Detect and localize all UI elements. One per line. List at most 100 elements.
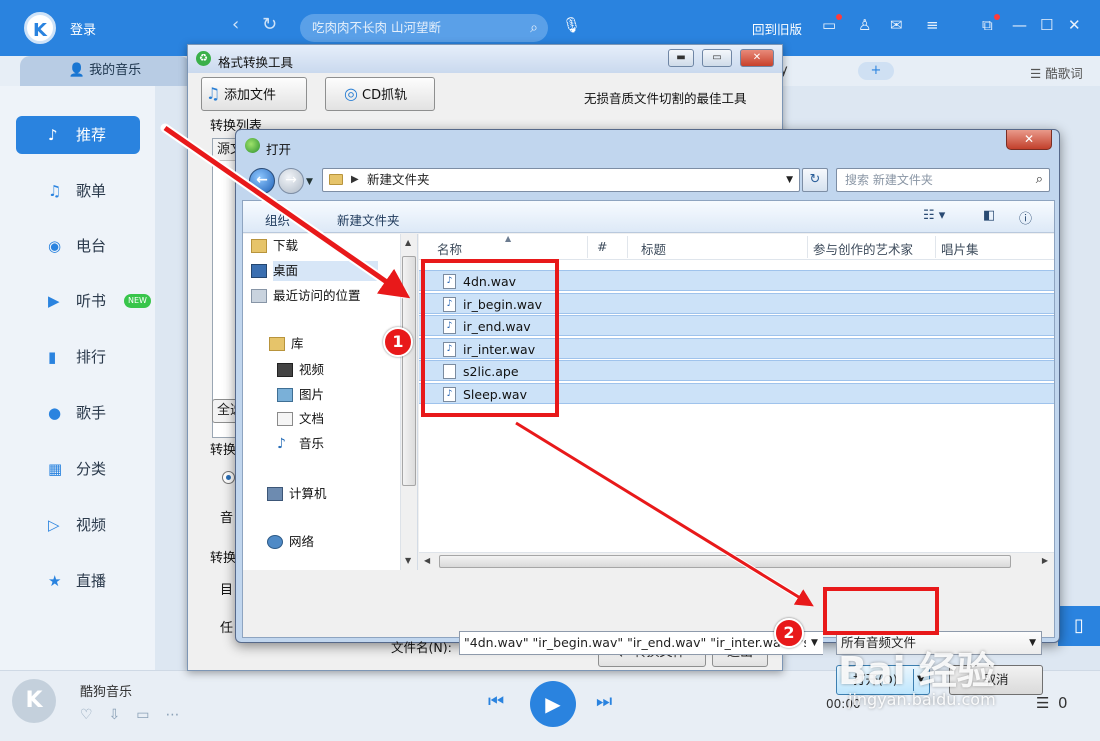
breadcrumb-arrow-icon[interactable]: ▶ [351, 169, 359, 191]
column-title[interactable]: 标题 [641, 239, 666, 258]
maximize-icon[interactable]: ☐ [1040, 16, 1053, 34]
file-list-horizontal-scrollbar[interactable]: ◀ ▶ [419, 552, 1054, 570]
player-action-icons[interactable]: ♡⇩▭⋯ [80, 707, 196, 723]
column-name[interactable]: 名称 [437, 239, 462, 258]
help-icon[interactable]: ⓘ [1019, 208, 1032, 227]
nav-pictures-label: 图片 [299, 387, 325, 402]
nav-music[interactable]: ♪ 音乐 [277, 434, 324, 454]
add-tab-button[interactable]: + [858, 62, 894, 80]
sidebar-item-1[interactable]: ♫ 歌单 [16, 172, 140, 210]
column-artists[interactable]: 参与创作的艺术家 [813, 239, 913, 258]
nav-computer[interactable]: 计算机 [267, 484, 327, 504]
lyrics-icon: ☰ [1030, 66, 1046, 81]
column-separator[interactable] [807, 236, 808, 258]
refresh-icon[interactable]: ↻ [262, 14, 277, 35]
scroll-left-icon[interactable]: ◀ [424, 556, 430, 565]
album-cover[interactable]: K [12, 679, 56, 723]
login-link[interactable]: 登录 [70, 19, 96, 38]
music-library-icon: ♪ [277, 436, 286, 452]
back-button[interactable]: ← [249, 168, 275, 194]
nav-scroll-thumb[interactable] [402, 256, 416, 486]
converter-close-button[interactable]: ✕ [740, 49, 774, 67]
add-file-button[interactable]: ♫ 添加文件 [201, 77, 307, 111]
files-highlight-box [421, 259, 559, 417]
file-list-scroll-thumb[interactable] [439, 555, 1011, 568]
voice-search-icon[interactable]: 🎙 [562, 16, 581, 34]
sidebar-item-label: 推荐 [76, 126, 107, 144]
sidebar-item-3[interactable]: ▶ 听书 NEW [16, 282, 151, 320]
sidebar-item-label: 视频 [76, 516, 107, 534]
search-icon[interactable]: ⌕ [1036, 169, 1043, 191]
kugou-search-input[interactable]: 吃肉肉不长肉 山河望断 ⌕ [300, 14, 548, 42]
menu-icon[interactable]: ≡ [926, 16, 939, 34]
picture-library-icon [277, 388, 293, 402]
previous-icon[interactable]: ⏮ [488, 691, 504, 712]
old-version-link[interactable]: 回到旧版 [752, 19, 802, 38]
address-bar[interactable]: ▶ 新建文件夹 ▼ [322, 168, 800, 192]
converter-minimize-button[interactable]: ▬ [668, 49, 694, 67]
cd-rip-button[interactable]: ◎ CD抓轨 [325, 77, 435, 111]
refresh-button[interactable]: ↻ [802, 168, 828, 192]
address-path[interactable]: 新建文件夹 [367, 169, 430, 191]
history-dropdown-icon[interactable]: ▼ [306, 177, 313, 187]
mini-mode-icon[interactable]: ⧉ [982, 16, 993, 34]
nav-videos[interactable]: 视频 [277, 360, 324, 380]
phone-icon[interactable]: ▯ [1058, 606, 1100, 646]
view-options-icon[interactable]: ☷ ▾ [923, 208, 945, 223]
nav-pictures[interactable]: 图片 [277, 385, 325, 405]
sidebar-item-4[interactable]: ▮ 排行 [16, 338, 140, 376]
conversion-radio[interactable] [222, 471, 235, 484]
lyrics-link[interactable]: ☰ 酷歌词 [1030, 63, 1083, 82]
column-separator[interactable] [935, 236, 936, 258]
library-icon [269, 337, 285, 351]
nav-recent[interactable]: 最近访问的位置 [251, 286, 361, 306]
next-icon[interactable]: ⏭ [596, 691, 612, 712]
sidebar-item-8[interactable]: ★ 直播 [16, 562, 140, 600]
new-folder-button[interactable]: 新建文件夹 [337, 210, 400, 229]
nav-network[interactable]: 网络 [267, 532, 314, 552]
forward-button[interactable]: → [278, 168, 304, 194]
nav-documents[interactable]: 文档 [277, 409, 325, 429]
column-separator[interactable] [627, 236, 628, 258]
nav-vertical-scrollbar[interactable]: ▲ ▼ [400, 234, 417, 570]
column-separator[interactable] [587, 236, 588, 258]
scroll-down-icon[interactable]: ▼ [405, 556, 411, 565]
converter-maximize-button[interactable]: ▭ [702, 49, 732, 67]
close-icon[interactable]: ✕ [1068, 16, 1081, 34]
minimize-icon[interactable]: — [1012, 16, 1027, 34]
nav-libraries[interactable]: 库 [269, 334, 304, 354]
navigation-pane[interactable]: 下载 桌面 最近访问的位置 库 视频 图片 文档 ♪ 音乐 计算机 网络 [243, 234, 418, 570]
sidebar-item-label: 听书 [76, 292, 107, 310]
sidebar-item-6[interactable]: ▦ 分类 [16, 450, 140, 488]
nav-downloads[interactable]: 下载 [251, 236, 298, 256]
sidebar-item-0[interactable]: ♪ 推荐 [16, 116, 140, 154]
organize-button[interactable]: 组织 ▾ [265, 210, 300, 229]
dialog-search-input[interactable]: 搜索 新建文件夹 ⌕ [836, 168, 1050, 192]
skin-icon[interactable]: ♙ [858, 16, 871, 34]
converter-title-bar[interactable]: ♻ 格式转换工具 ▬ ▭ ✕ [188, 45, 782, 73]
back-arrow-icon[interactable]: ‹ [232, 14, 239, 35]
tab-my-music[interactable]: 👤 我的音乐 [20, 56, 190, 86]
column-number[interactable]: # [597, 239, 607, 254]
search-icon[interactable]: ⌕ [530, 14, 538, 42]
filename-dropdown-icon[interactable]: ▼ [806, 632, 823, 654]
scroll-up-icon[interactable]: ▲ [405, 238, 411, 247]
dialog-close-button[interactable]: ✕ [1006, 130, 1052, 150]
nav-documents-label: 文档 [299, 411, 325, 426]
scroll-right-icon[interactable]: ▶ [1042, 556, 1048, 565]
ranking-icon: ▮ [48, 348, 57, 366]
filename-input[interactable]: "4dn.wav" "ir_begin.wav" "ir_end.wav" "i… [459, 631, 823, 655]
mail-icon[interactable]: ✉ [890, 16, 903, 34]
singer-icon: ● [48, 404, 62, 422]
sidebar-item-5[interactable]: ● 歌手 [16, 394, 140, 432]
column-album[interactable]: 唱片集 [941, 239, 979, 258]
screen-icon[interactable]: ▭ [822, 16, 836, 34]
kugou-sidebar: ♪ 推荐 ♫ 歌单 ◉ 电台 ▶ 听书 NEW ▮ 排行 ● 歌手 ▦ 分类 ▷ 视频 ★ 直播 [0, 86, 155, 670]
preview-pane-icon[interactable]: ◧ [983, 208, 995, 223]
play-button[interactable]: ▶ [530, 681, 576, 727]
sidebar-item-7[interactable]: ▷ 视频 [16, 506, 140, 544]
sidebar-item-2[interactable]: ◉ 电台 [16, 227, 140, 265]
address-dropdown-icon[interactable]: ▼ [786, 169, 793, 191]
sidebar-item-label: 电台 [76, 237, 107, 255]
nav-desktop[interactable]: 桌面 [251, 261, 379, 281]
